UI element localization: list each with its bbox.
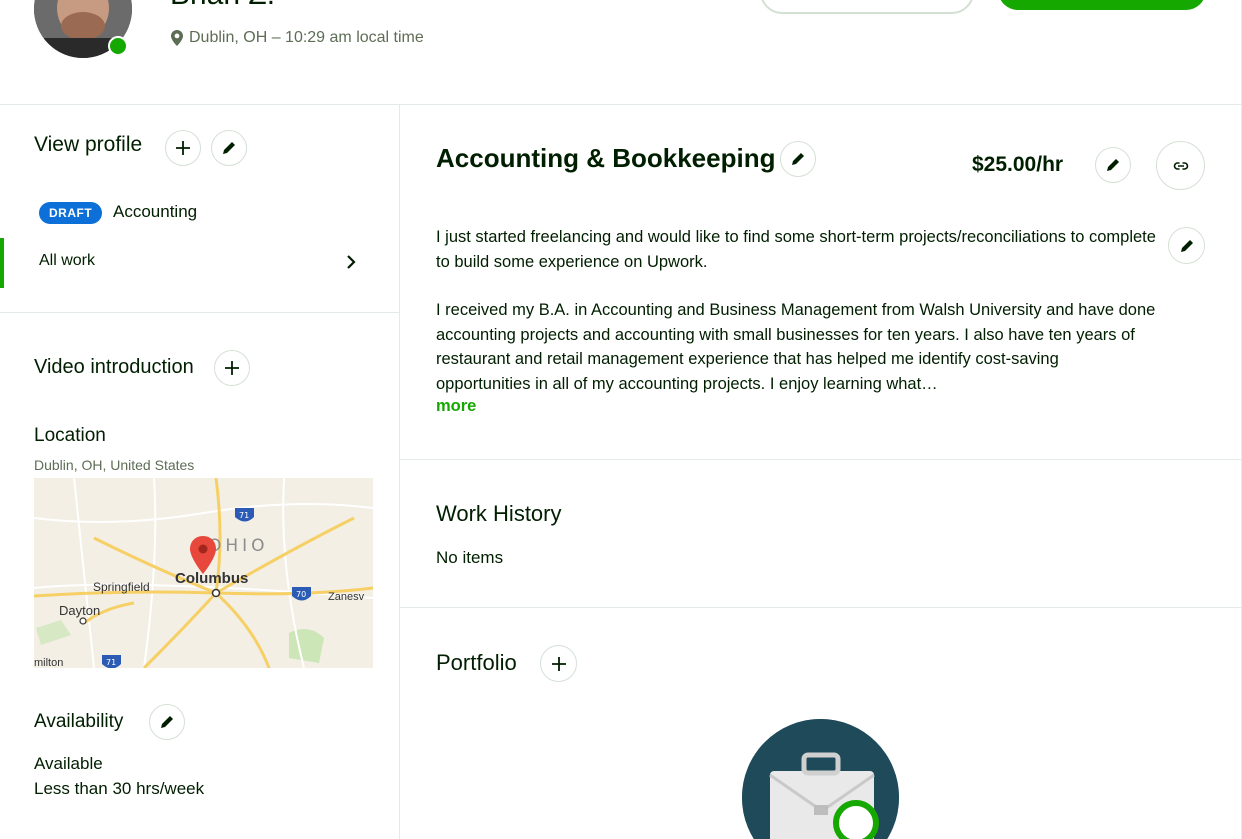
pencil-icon bbox=[1180, 239, 1193, 252]
map-label-i70: 70 bbox=[296, 590, 306, 599]
plus-icon bbox=[551, 656, 566, 671]
primary-action-button[interactable] bbox=[998, 0, 1206, 10]
map-label-hamilton: milton bbox=[34, 657, 63, 668]
copy-link-button[interactable] bbox=[1156, 141, 1205, 190]
interstate-shield-71-bottom: 71 bbox=[102, 655, 121, 668]
profile-title: Accounting & Bookkeeping bbox=[436, 143, 776, 173]
add-portfolio-button[interactable] bbox=[540, 645, 577, 682]
briefcase-icon bbox=[742, 719, 899, 839]
availability-hours: Less than 30 hrs/week bbox=[34, 779, 205, 798]
link-icon bbox=[1173, 161, 1188, 170]
user-location: Dublin, OH – 10:29 am local time bbox=[170, 29, 424, 47]
edit-title-button[interactable] bbox=[780, 141, 816, 177]
location-title: Location bbox=[34, 425, 106, 446]
view-profile-title: View profile bbox=[34, 133, 143, 156]
location-value: Dublin, OH, United States bbox=[34, 457, 195, 473]
draft-badge: DRAFT bbox=[39, 202, 103, 224]
add-video-button[interactable] bbox=[214, 350, 250, 386]
map-label-i71-bottom: 71 bbox=[106, 658, 116, 667]
map-label-i71-top: 71 bbox=[239, 511, 249, 520]
hourly-rate: $25.00/hr bbox=[972, 153, 1064, 176]
secondary-action-button[interactable] bbox=[760, 0, 974, 14]
draft-profile-link[interactable]: Accounting bbox=[113, 202, 197, 222]
availability-status: Available bbox=[34, 754, 103, 773]
description-paragraph-1: I just started freelancing and would lik… bbox=[436, 228, 1156, 271]
location-text: Dublin, OH – 10:29 am local time bbox=[189, 29, 424, 46]
map-label-springfield: Springfield bbox=[93, 580, 150, 594]
add-profile-button[interactable] bbox=[165, 130, 201, 166]
map-label-ohio: OHIO bbox=[208, 536, 269, 556]
all-work-link[interactable]: All work bbox=[39, 252, 95, 270]
user-name: Brian Z. bbox=[170, 0, 275, 12]
profile-main: Accounting & Bookkeeping $25.00/hr I jus… bbox=[400, 105, 1242, 839]
profile-page: Brian Z. Dublin, OH – 10:29 am local tim… bbox=[0, 0, 1242, 839]
main-divider bbox=[400, 607, 1241, 608]
plus-icon bbox=[225, 361, 239, 375]
map-label-columbus: Columbus bbox=[175, 570, 248, 587]
online-status-dot bbox=[108, 36, 128, 56]
more-link[interactable]: more bbox=[436, 397, 476, 416]
work-history-empty: No items bbox=[436, 548, 504, 567]
plus-icon bbox=[176, 141, 190, 155]
portfolio-illustration bbox=[742, 719, 899, 839]
active-indicator bbox=[0, 238, 4, 288]
edit-profile-button[interactable] bbox=[211, 130, 247, 166]
pencil-icon bbox=[1107, 159, 1119, 171]
chevron-right-icon[interactable] bbox=[342, 253, 360, 271]
sidebar-divider bbox=[0, 312, 399, 313]
portfolio-title: Portfolio bbox=[436, 650, 517, 675]
location-map[interactable]: 71 70 71 OHIO Columbus Springfield Dayto… bbox=[34, 478, 373, 668]
main-divider bbox=[400, 459, 1241, 460]
pencil-icon bbox=[223, 142, 235, 154]
map-graphic: 71 70 71 OHIO Columbus Springfield Dayto… bbox=[34, 478, 373, 668]
work-history-title: Work History bbox=[436, 501, 562, 526]
availability-title: Availability bbox=[34, 711, 124, 732]
profile-description: I just started freelancing and would lik… bbox=[436, 225, 1156, 420]
edit-description-button[interactable] bbox=[1168, 227, 1205, 264]
profile-header: Brian Z. Dublin, OH – 10:29 am local tim… bbox=[0, 0, 1242, 105]
profile-sidebar: View profile DRAFT Accounting All work V… bbox=[0, 105, 400, 839]
edit-rate-button[interactable] bbox=[1095, 147, 1131, 183]
edit-availability-button[interactable] bbox=[149, 704, 185, 740]
pencil-icon bbox=[161, 716, 173, 728]
map-label-zanesville: Zanesv bbox=[328, 591, 365, 603]
video-intro-title: Video introduction bbox=[34, 356, 194, 378]
description-paragraph-2: I received my B.A. in Accounting and Bus… bbox=[436, 301, 1156, 393]
map-pin-icon bbox=[171, 30, 183, 46]
map-label-dayton: Dayton bbox=[59, 603, 100, 618]
pencil-icon bbox=[792, 153, 804, 165]
